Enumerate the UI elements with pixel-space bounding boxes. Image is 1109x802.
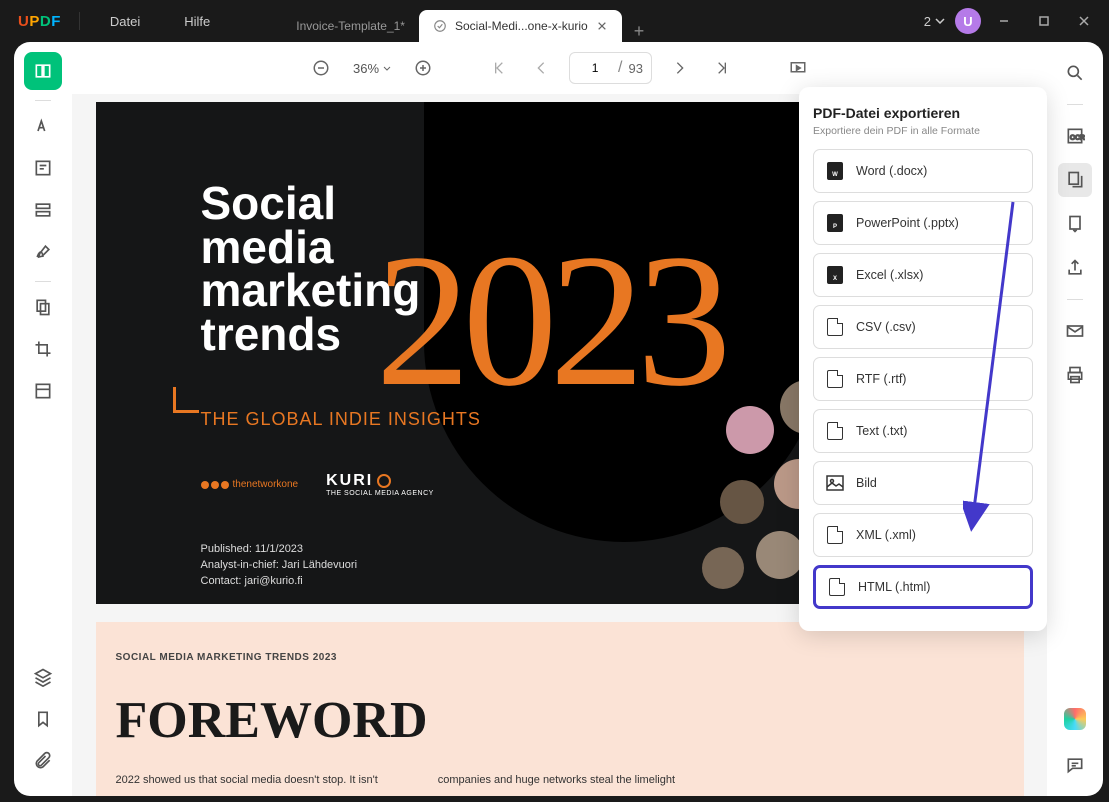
meta-info: Published: 11/1/2023 Analyst-in-chief: J… — [201, 542, 358, 590]
compress-button[interactable] — [1058, 207, 1092, 241]
tab-label: Invoice-Template_1* — [296, 19, 405, 33]
page-indicator: / 93 — [569, 52, 652, 84]
zoom-dropdown[interactable]: 36% — [349, 61, 395, 76]
doc-count[interactable]: 2 — [920, 14, 949, 29]
divider — [79, 12, 80, 30]
sign-tool-button[interactable] — [24, 233, 62, 271]
bookmark-button[interactable] — [24, 700, 62, 738]
ai-button[interactable] — [1058, 702, 1092, 736]
svg-text:OCR: OCR — [1070, 134, 1085, 141]
presentation-button[interactable] — [784, 54, 812, 82]
print-button[interactable] — [1058, 358, 1092, 392]
tab-label: Social-Medi...one-x-kurio — [455, 19, 588, 33]
search-button[interactable] — [1058, 56, 1092, 90]
export-subtitle: Exportiere dein PDF in alle Formate — [813, 125, 1033, 137]
tab-invoice[interactable]: Invoice-Template_1* — [282, 10, 419, 42]
comment-button[interactable] — [1058, 748, 1092, 782]
reader-mode-button[interactable] — [24, 52, 62, 90]
export-rtf[interactable]: RTF (.rtf) — [813, 357, 1033, 401]
export-csv[interactable]: CSV (.csv) — [813, 305, 1033, 349]
crop-tool-button[interactable] — [24, 330, 62, 368]
last-page-button[interactable] — [708, 54, 736, 82]
chevron-down-icon — [383, 66, 391, 71]
user-avatar[interactable]: U — [955, 8, 981, 34]
ocr-button[interactable]: OCR — [1058, 119, 1092, 153]
export-powerpoint[interactable]: PPowerPoint (.pptx) — [813, 201, 1033, 245]
export-excel[interactable]: XExcel (.xlsx) — [813, 253, 1033, 297]
kurio-logo: KURI THE SOCIAL MEDIA AGENCY — [326, 472, 434, 497]
export-panel: PDF-Datei exportieren Exportiere dein PD… — [799, 87, 1047, 631]
page-2: SOCIAL MEDIA MARKETING TRENDS 2023 FOREW… — [96, 622, 1024, 796]
networkone-logo: thenetworkone — [201, 479, 299, 490]
organize-pages-button[interactable] — [24, 288, 62, 326]
export-text[interactable]: Text (.txt) — [813, 409, 1033, 453]
page2-header: SOCIAL MEDIA MARKETING TRENDS 2023 — [116, 652, 1004, 663]
read-mode-icon — [433, 19, 447, 33]
main-area: 36% / 93 Social media — [14, 42, 1103, 796]
page-input[interactable] — [578, 55, 612, 81]
form-tool-button[interactable] — [24, 191, 62, 229]
close-tab-icon[interactable] — [596, 20, 608, 32]
prev-page-button[interactable] — [527, 54, 555, 82]
zoom-out-button[interactable] — [307, 54, 335, 82]
export-image[interactable]: Bild — [813, 461, 1033, 505]
titlebar-right: 2 U — [920, 4, 1101, 38]
menu-hilfe[interactable]: Hilfe — [162, 14, 232, 29]
minimize-button[interactable] — [987, 4, 1021, 38]
total-pages: 93 — [629, 61, 643, 76]
export-title: PDF-Datei exportieren — [813, 105, 1033, 121]
year-text: 2023 — [376, 212, 724, 430]
share-button[interactable] — [1058, 251, 1092, 285]
foreword-heading: FOREWORD — [116, 691, 1004, 750]
export-word[interactable]: WWord (.docx) — [813, 149, 1033, 193]
export-button[interactable] — [1058, 163, 1092, 197]
tab-social-media[interactable]: Social-Medi...one-x-kurio — [419, 10, 622, 42]
close-window-button[interactable] — [1067, 4, 1101, 38]
maximize-button[interactable] — [1027, 4, 1061, 38]
layers-button[interactable] — [24, 658, 62, 696]
text-tool-button[interactable] — [24, 149, 62, 187]
app-logo: UPDF — [8, 13, 71, 30]
highlight-tool-button[interactable] — [24, 107, 62, 145]
chevron-down-icon — [935, 18, 945, 24]
titlebar: UPDF Datei Hilfe Invoice-Template_1* Soc… — [0, 0, 1109, 42]
attachment-button[interactable] — [24, 742, 62, 780]
first-page-button[interactable] — [485, 54, 513, 82]
new-tab-button[interactable]: + — [622, 21, 657, 42]
redact-tool-button[interactable] — [24, 372, 62, 410]
tabs: Invoice-Template_1* Social-Medi...one-x-… — [282, 0, 656, 42]
rainbow-icon — [1064, 708, 1086, 730]
menu-datei[interactable]: Datei — [88, 14, 162, 29]
zoom-in-button[interactable] — [409, 54, 437, 82]
export-html[interactable]: HTML (.html) — [813, 565, 1033, 609]
email-button[interactable] — [1058, 314, 1092, 348]
page-title: Social media marketing trends — [201, 182, 421, 357]
left-sidebar — [14, 42, 72, 796]
right-sidebar: OCR — [1047, 42, 1103, 796]
next-page-button[interactable] — [666, 54, 694, 82]
export-xml[interactable]: XML (.xml) — [813, 513, 1033, 557]
